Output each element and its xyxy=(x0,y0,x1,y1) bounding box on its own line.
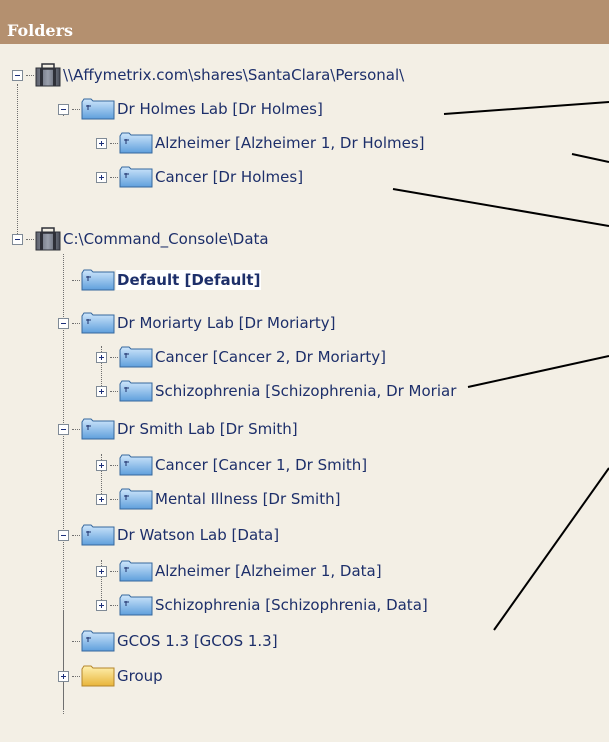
folder-icon xyxy=(81,524,115,546)
tree-connector xyxy=(72,108,80,110)
folder-tree: \\Affymetrix.com\shares\SantaClara\Perso… xyxy=(0,44,609,742)
tree-node-label: Dr Moriarty Lab [Dr Moriarty] xyxy=(117,314,336,332)
folder-icon xyxy=(119,346,153,368)
folders-header: Folders xyxy=(0,0,609,44)
tree-node-label: Group xyxy=(117,667,163,685)
folder-icon xyxy=(81,312,115,334)
tree-node-moriarty-cancer[interactable]: Cancer [Cancer 2, Dr Moriarty] xyxy=(96,344,387,370)
folder-icon xyxy=(81,269,115,291)
tree-node-label: Dr Watson Lab [Data] xyxy=(117,526,280,544)
collapse-toggle[interactable] xyxy=(58,103,69,115)
tree-node-label: Alzheimer [Alzheimer 1, Data] xyxy=(155,562,382,580)
collapse-toggle[interactable] xyxy=(12,69,23,81)
tree-node-label: Dr Smith Lab [Dr Smith] xyxy=(117,420,298,438)
tree-node-smith-cancer[interactable]: Cancer [Cancer 1, Dr Smith] xyxy=(96,452,368,478)
tree-node-local-data-root[interactable]: C:\Command_Console\Data xyxy=(12,226,270,252)
callout-line xyxy=(571,153,609,163)
tree-connector xyxy=(110,498,118,500)
tree-connector xyxy=(72,640,80,642)
folder-icon xyxy=(119,166,153,188)
tree-connector xyxy=(110,176,118,178)
expand-toggle[interactable] xyxy=(96,493,107,505)
collapse-toggle[interactable] xyxy=(58,317,69,329)
panel-title: Folders xyxy=(7,21,74,40)
tree-node-label: GCOS 1.3 [GCOS 1.3] xyxy=(117,632,278,650)
tree-node-dr-smith-lab[interactable]: Dr Smith Lab [Dr Smith] xyxy=(58,416,299,442)
tree-connector xyxy=(26,74,34,76)
tree-node-group[interactable]: Group xyxy=(58,663,164,689)
tree-node-label: Cancer [Cancer 1, Dr Smith] xyxy=(155,456,368,474)
tree-node-holmes-alzheimer[interactable]: Alzheimer [Alzheimer 1, Dr Holmes] xyxy=(96,130,426,156)
tree-node-holmes-cancer[interactable]: Cancer [Dr Holmes] xyxy=(96,164,304,190)
folder-icon xyxy=(119,132,153,154)
folder-icon xyxy=(119,488,153,510)
tree-node-label: C:\Command_Console\Data xyxy=(63,230,269,248)
tree-node-label: Cancer [Cancer 2, Dr Moriarty] xyxy=(155,348,387,366)
tree-connector xyxy=(72,534,80,536)
tree-node-dr-holmes-lab[interactable]: Dr Holmes Lab [Dr Holmes] xyxy=(58,96,324,122)
folder-icon xyxy=(119,454,153,476)
tree-node-dr-moriarty-lab[interactable]: Dr Moriarty Lab [Dr Moriarty] xyxy=(58,310,336,336)
tree-connector xyxy=(26,238,34,240)
folder-icon xyxy=(119,560,153,582)
expand-toggle[interactable] xyxy=(96,599,107,611)
collapse-toggle[interactable] xyxy=(58,529,69,541)
tree-connector xyxy=(110,604,118,606)
expand-toggle[interactable] xyxy=(96,137,107,149)
tree-node-network-root[interactable]: \\Affymetrix.com\shares\SantaClara\Perso… xyxy=(12,62,405,88)
callout-line xyxy=(392,188,609,227)
tree-node-label: \\Affymetrix.com\shares\SantaClara\Perso… xyxy=(63,66,405,84)
callout-line xyxy=(467,355,609,388)
tree-connector xyxy=(110,356,118,358)
tree-node-smith-mental-illness[interactable]: Mental Illness [Dr Smith] xyxy=(96,486,341,512)
tree-node-default[interactable]: Default [Default] xyxy=(72,267,262,293)
tree-node-watson-schizophrenia[interactable]: Schizophrenia [Schizophrenia, Data] xyxy=(96,592,429,618)
collapse-toggle[interactable] xyxy=(58,423,69,435)
drive-icon xyxy=(35,227,61,251)
network-drive-icon xyxy=(35,63,61,87)
tree-connector xyxy=(110,570,118,572)
tree-connector xyxy=(72,675,80,677)
tree-connector xyxy=(72,428,80,430)
folder-icon xyxy=(119,380,153,402)
tree-connector xyxy=(110,390,118,392)
tree-node-gcos[interactable]: GCOS 1.3 [GCOS 1.3] xyxy=(72,628,279,654)
tree-node-label-selected: Default [Default] xyxy=(116,270,262,290)
tree-node-moriarty-schizophrenia[interactable]: Schizophrenia [Schizophrenia, Dr Moriar xyxy=(96,378,457,404)
tree-connector xyxy=(110,142,118,144)
tree-connector xyxy=(110,464,118,466)
expand-toggle[interactable] xyxy=(96,351,107,363)
tree-node-label: Schizophrenia [Schizophrenia, Data] xyxy=(155,596,428,614)
expand-toggle[interactable] xyxy=(96,171,107,183)
tree-node-label: Schizophrenia [Schizophrenia, Dr Moriar xyxy=(155,382,457,400)
callout-line xyxy=(443,101,609,115)
tree-connector xyxy=(72,322,80,324)
folder-icon xyxy=(81,630,115,652)
expand-toggle[interactable] xyxy=(96,565,107,577)
expand-toggle[interactable] xyxy=(96,385,107,397)
tree-node-label: Cancer [Dr Holmes] xyxy=(155,168,304,186)
tree-connector xyxy=(72,279,80,281)
tree-guide xyxy=(17,84,18,236)
tree-node-label: Dr Holmes Lab [Dr Holmes] xyxy=(117,100,323,118)
folder-icon xyxy=(81,418,115,440)
tree-node-label: Mental Illness [Dr Smith] xyxy=(155,490,341,508)
tree-node-dr-watson-lab[interactable]: Dr Watson Lab [Data] xyxy=(58,522,280,548)
group-folder-icon xyxy=(81,665,115,687)
folder-icon xyxy=(119,594,153,616)
folder-icon xyxy=(81,98,115,120)
tree-guide xyxy=(63,610,64,714)
expand-toggle[interactable] xyxy=(96,459,107,471)
collapse-toggle[interactable] xyxy=(12,233,23,245)
callout-line xyxy=(493,467,609,631)
tree-node-watson-alzheimer[interactable]: Alzheimer [Alzheimer 1, Data] xyxy=(96,558,383,584)
tree-node-label: Alzheimer [Alzheimer 1, Dr Holmes] xyxy=(155,134,425,152)
expand-toggle[interactable] xyxy=(58,670,69,682)
